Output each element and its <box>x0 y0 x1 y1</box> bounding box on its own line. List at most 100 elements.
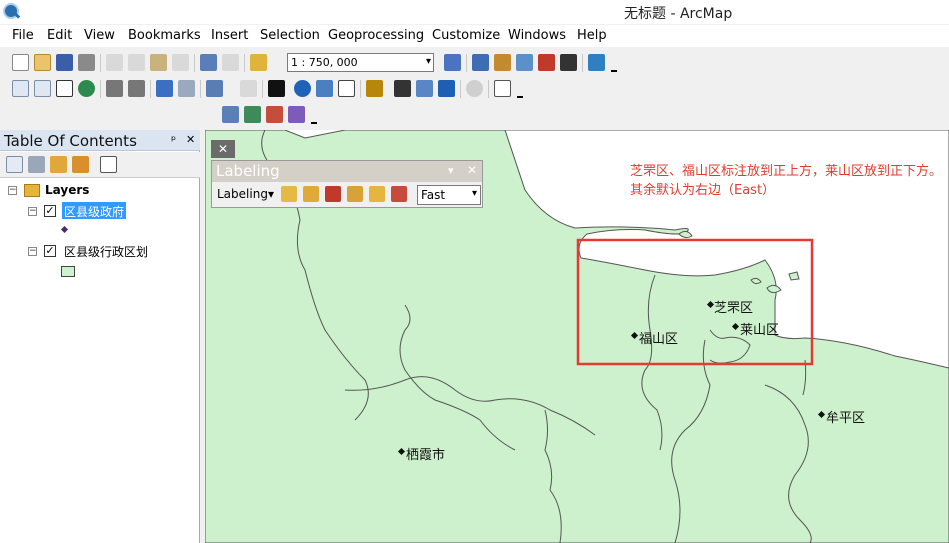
html-popup-icon[interactable] <box>338 80 355 97</box>
print-icon[interactable] <box>78 54 95 71</box>
fixed-zoom-out-icon[interactable] <box>128 80 145 97</box>
menu-edit[interactable]: Edit <box>47 28 72 43</box>
toolbar-separator <box>150 80 151 98</box>
labeling-mode-dropdown[interactable]: Fast ▾ <box>417 185 481 205</box>
label-manager-icon[interactable] <box>281 186 297 202</box>
save-icon[interactable] <box>56 54 73 71</box>
map-label-muping: 牟平区 <box>826 411 866 426</box>
identify-icon[interactable] <box>294 80 311 97</box>
undo-icon[interactable] <box>200 54 217 71</box>
chevron-down-icon: ▾ <box>471 188 477 199</box>
fixed-zoom-in-icon[interactable] <box>106 80 123 97</box>
graphics-icon[interactable] <box>266 106 283 123</box>
menu-help[interactable]: Help <box>577 28 607 43</box>
window-title: 无标题 - ArcMap <box>624 6 733 22</box>
options-icon[interactable] <box>100 156 117 173</box>
full-extent-globe-icon[interactable] <box>78 80 95 97</box>
forward-arrow-icon[interactable] <box>178 80 195 97</box>
pause-labeling-icon[interactable] <box>325 186 341 202</box>
map-label-laishan: 莱山区 <box>740 323 780 338</box>
copy-icon[interactable] <box>128 54 145 71</box>
label-weight-icon[interactable] <box>391 186 407 202</box>
menu-geoprocessing[interactable]: Geoprocessing <box>328 28 424 43</box>
zoom-in-icon[interactable] <box>12 80 29 97</box>
list-by-visibility-icon[interactable] <box>50 156 67 173</box>
layer-properties-icon[interactable] <box>222 106 239 123</box>
lock-labels-icon[interactable] <box>303 186 319 202</box>
editor-toolbar-icon[interactable] <box>444 54 461 71</box>
labeling-mode-value: Fast <box>421 188 446 202</box>
delete-icon[interactable] <box>172 54 189 71</box>
measure-icon[interactable] <box>366 80 383 97</box>
layer-name-selected[interactable]: 区县级政府 <box>62 202 127 219</box>
layer-visibility-checkbox[interactable]: ✓ <box>44 205 56 217</box>
time-slider-icon[interactable] <box>466 80 483 97</box>
create-viewer-window-icon[interactable] <box>494 80 511 97</box>
close-icon[interactable]: ✕ <box>186 133 195 146</box>
python-window-icon[interactable] <box>560 54 577 71</box>
collapse-layer-icon[interactable]: − <box>28 247 37 256</box>
find-binoculars-icon[interactable] <box>394 80 411 97</box>
collapse-layer-icon[interactable]: − <box>28 207 37 216</box>
chevron-down-icon[interactable]: ▾ <box>448 164 454 177</box>
select-features-icon[interactable] <box>206 80 223 97</box>
toc-header: Table Of Contents ᵖ ✕ <box>0 130 200 151</box>
toolbar-separator <box>360 80 361 98</box>
menu-insert[interactable]: Insert <box>211 28 248 43</box>
go-to-xy-icon[interactable] <box>438 80 455 97</box>
hyperlink-icon[interactable] <box>316 80 333 97</box>
menu-windows[interactable]: Windows <box>508 28 566 43</box>
collapse-layers-icon[interactable]: − <box>8 186 17 195</box>
table-of-contents-window-icon[interactable] <box>472 54 489 71</box>
open-folder-icon[interactable] <box>34 54 51 71</box>
island-shape <box>788 271 800 281</box>
list-by-drawing-order-icon[interactable] <box>6 156 23 173</box>
zoom-out-icon[interactable] <box>34 80 51 97</box>
labeling-toolbar-header[interactable]: Labeling ▾ ✕ <box>212 161 482 182</box>
layers-stack-icon <box>24 184 40 197</box>
list-by-selection-icon[interactable] <box>72 156 89 173</box>
cut-icon[interactable] <box>106 54 123 71</box>
catalog-window-icon[interactable] <box>494 54 511 71</box>
menu-view[interactable]: View <box>84 28 115 43</box>
toolbar-options-icon[interactable] <box>611 62 617 72</box>
search-window-icon[interactable] <box>516 54 533 71</box>
close-icon[interactable]: ✕ <box>211 140 235 158</box>
add-data-icon[interactable] <box>250 54 267 71</box>
drawing-tool-icon[interactable] <box>288 106 305 123</box>
annotation-text: 芝罘区、福山区标注放到正上方，莱山区放到正下方。其余默认为右边（East） <box>630 164 943 198</box>
menu-bookmarks[interactable]: Bookmarks <box>128 28 201 43</box>
back-arrow-icon[interactable] <box>156 80 173 97</box>
toc-title: Table Of Contents <box>4 132 137 150</box>
labeling-toolbar: Labeling ▾ ✕ Labeling▾ Fast ▾ <box>211 160 483 208</box>
menu-file[interactable]: File <box>12 28 34 43</box>
redo-icon[interactable] <box>222 54 239 71</box>
modelbuilder-icon[interactable] <box>588 54 605 71</box>
select-elements-arrow-icon[interactable] <box>268 80 285 97</box>
view-unplaced-labels-icon[interactable] <box>347 186 363 202</box>
new-document-icon[interactable] <box>12 54 29 71</box>
toolbar-separator <box>262 80 263 98</box>
clear-selection-icon[interactable] <box>240 80 257 97</box>
find-route-icon[interactable] <box>416 80 433 97</box>
map-scale-dropdown[interactable]: 1 : 750, 000 ▾ <box>287 53 434 72</box>
arctoolbox-icon[interactable] <box>538 54 555 71</box>
map-scale-value: 1 : 750, 000 <box>291 56 358 69</box>
toolbar-options-icon[interactable] <box>311 114 317 124</box>
toolbar-options-icon[interactable] <box>517 88 523 98</box>
pin-icon[interactable]: ᵖ <box>171 133 176 147</box>
toolbar-separator <box>582 54 583 72</box>
layer-visibility-checkbox[interactable]: ✓ <box>44 245 56 257</box>
layers-root-label[interactable]: Layers <box>45 183 89 197</box>
label-priority-icon[interactable] <box>369 186 385 202</box>
toolbar-separator <box>100 80 101 98</box>
pan-hand-icon[interactable] <box>56 80 73 97</box>
list-by-source-icon[interactable] <box>28 156 45 173</box>
paste-icon[interactable] <box>150 54 167 71</box>
close-icon[interactable]: ✕ <box>467 163 477 177</box>
menu-selection[interactable]: Selection <box>260 28 320 43</box>
labeling-menu-button[interactable]: Labeling▾ <box>217 187 274 201</box>
refresh-icon[interactable] <box>244 106 261 123</box>
layer-name[interactable]: 区县级行政区划 <box>64 243 148 260</box>
menu-customize[interactable]: Customize <box>432 28 500 43</box>
